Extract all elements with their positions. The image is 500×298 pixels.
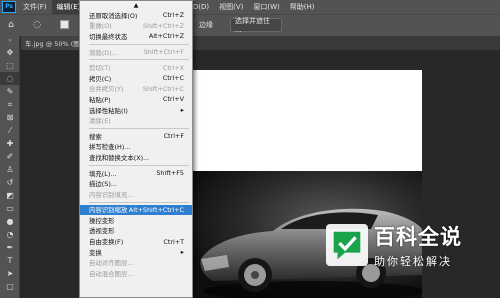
edit-menu-item[interactable]: 内容识别缩放 Alt+Shift+Ctrl+C [80, 204, 192, 216]
edit-menu-item[interactable]: 内容识别填充... [80, 189, 192, 200]
edit-menu-item-label: 清除(E) [89, 117, 111, 126]
frame-tool-icon[interactable]: ⊠ [0, 111, 20, 124]
anti-alias-label[interactable]: 边缘 [199, 20, 213, 30]
menu-separator [89, 127, 189, 129]
type-tool-icon[interactable]: T [0, 254, 20, 267]
edit-menu-item[interactable]: 合并拷贝(Y) Shift+Ctrl+C [80, 84, 192, 95]
history-brush-tool-icon[interactable]: ↺ [0, 176, 20, 189]
home-icon[interactable]: ⌂ [4, 19, 18, 31]
menu-separator [89, 43, 189, 45]
photoshop-logo-icon: Ps [2, 1, 16, 13]
menu-help[interactable]: 帮助(H) [285, 0, 320, 14]
edit-menu-item[interactable]: 拷贝(C) Ctrl+C [80, 73, 192, 84]
edit-menu-item[interactable]: 重做(O) Shift+Ctrl+Z [80, 21, 192, 32]
edit-menu-item-label: 选择性粘贴(I) [89, 106, 128, 115]
eraser-tool-icon[interactable]: ◩ [0, 189, 20, 202]
menu-bar: Ps 文件(F) 编辑(E) 3D(D) 视图(V) 窗口(W) 帮助(H) [0, 0, 500, 14]
watermark: 百科全说 助你轻松解决 [326, 213, 476, 276]
watermark-title: 百科全说 [374, 224, 462, 249]
tools-panel: » ✥ ⬚ ◌ ✎ ⌗ ⊠ ⁄ ✚ ✐ ♙ ↺ ◩ ▭ ● ◔ ✒ T ➤ ▢ [0, 36, 20, 298]
edit-menu-item-label: 拼写检查(H)... [89, 143, 131, 152]
panel-collapse-icon[interactable]: » [0, 36, 20, 46]
edit-menu-item-label: 查找和替换文本(X)... [89, 153, 150, 162]
eyedropper-tool-icon[interactable]: ⁄ [0, 124, 20, 137]
submenu-arrow-icon: ▸ [180, 106, 184, 115]
healing-brush-tool-icon[interactable]: ✚ [0, 137, 20, 150]
edit-menu-item-shortcut: Ctrl+X [162, 63, 184, 72]
dodge-tool-icon[interactable]: ◔ [0, 228, 20, 241]
blur-tool-icon[interactable]: ● [0, 215, 20, 228]
new-selection-mode-icon[interactable] [60, 20, 69, 29]
edit-menu-item-label: 操控变形 [89, 216, 115, 225]
edit-menu-item-label: 描边(S)... [89, 180, 117, 189]
menu-window[interactable]: 窗口(W) [248, 0, 284, 14]
edit-menu-item[interactable]: 搜索 Ctrl+F [80, 131, 192, 142]
edit-menu-item-shortcut: Ctrl+C [162, 74, 184, 83]
edit-menu-item[interactable]: 透视变形 [80, 226, 192, 237]
edit-menu-item-shortcut: Shift+Ctrl+Z [143, 21, 184, 30]
menu-scroll-up-icon[interactable]: ▲ [80, 1, 192, 10]
photoshop-window: Ps 文件(F) 编辑(E) 3D(D) 视图(V) 窗口(W) 帮助(H) ⌂… [0, 0, 500, 298]
marquee-tool-icon[interactable]: ⬚ [0, 59, 20, 72]
rectangle-tool-icon[interactable]: ▢ [0, 280, 20, 293]
edit-menu-item[interactable]: 自动混合图层... [80, 268, 192, 279]
edit-menu-item[interactable]: 自动对齐图层... [80, 257, 192, 268]
options-bar: ⌂ ◌ 边缘 选择并遮住 ... [0, 14, 500, 36]
edit-menu-item-shortcut: Ctrl+T [163, 237, 184, 246]
edit-menu-item-label: 自动对齐图层... [89, 259, 134, 268]
edit-menu-item-shortcut: Alt+Shift+Ctrl+C [128, 205, 184, 214]
edit-menu-item[interactable]: 拼写检查(H)... [80, 142, 192, 153]
edit-menu-item-shortcut: Shift+F5 [156, 169, 184, 178]
quick-select-tool-icon[interactable]: ✎ [0, 85, 20, 98]
edit-menu-dropdown: ▲ 还原取消选择(O) Ctrl+Z 重做(O) Shift+Ctrl+Z 切换最终状态… [79, 0, 193, 298]
edit-menu-item[interactable]: 查找和替换文本(X)... [80, 152, 192, 163]
menu-separator [89, 201, 189, 203]
menu-separator [89, 164, 189, 166]
edit-menu-item-shortcut: Ctrl+F [163, 132, 184, 141]
edit-menu-item-label: 内容识别填充... [89, 190, 134, 199]
brush-tool-icon[interactable]: ✐ [0, 150, 20, 163]
edit-menu-item[interactable]: 变换 ▸ [80, 247, 192, 258]
lasso-tool-preset-icon[interactable]: ◌ [30, 19, 44, 31]
edit-menu-item-shortcut: Shift+Ctrl+F [143, 48, 184, 57]
edit-menu-item-label: 透视变形 [89, 227, 115, 236]
watermark-logo-icon [326, 223, 368, 266]
menu-file[interactable]: 文件(F) [18, 0, 52, 14]
edit-menu-item[interactable]: 剪切(T) Ctrl+X [80, 62, 192, 73]
edit-menu-item[interactable]: 操控变形 [80, 215, 192, 226]
gradient-tool-icon[interactable]: ▭ [0, 202, 20, 215]
edit-menu-item[interactable]: 填充(L)... Shift+F5 [80, 168, 192, 179]
menu-view[interactable]: 视图(V) [214, 0, 248, 14]
edit-menu-item-label: 变换 [89, 248, 102, 257]
edit-menu-item[interactable]: 自由变换(F) Ctrl+T [80, 236, 192, 247]
edit-menu-item-shortcut: Ctrl+Z [162, 11, 184, 20]
speech-bubble-icon [333, 231, 361, 259]
edit-menu-item-shortcut: Alt+Ctrl+Z [148, 32, 184, 41]
pen-tool-icon[interactable]: ✒ [0, 241, 20, 254]
document-tab[interactable]: 车.jpg @ 50% (图层 [21, 36, 80, 50]
edit-menu-item-label: 自动混合图层... [89, 269, 134, 278]
edit-menu-item-shortcut: Shift+Ctrl+C [142, 84, 184, 93]
edit-menu-item[interactable]: 还原取消选择(O) Ctrl+Z [80, 10, 192, 21]
move-tool-icon[interactable]: ✥ [0, 46, 20, 59]
crop-tool-icon[interactable]: ⌗ [0, 98, 20, 111]
edit-menu-item[interactable]: 渐隐(D)... Shift+Ctrl+F [80, 47, 192, 58]
clone-stamp-tool-icon[interactable]: ♙ [0, 163, 20, 176]
edit-menu-item-shortcut: Ctrl+V [162, 95, 184, 104]
path-select-tool-icon[interactable]: ➤ [0, 267, 20, 280]
edit-menu-item[interactable]: 清除(E) [80, 115, 192, 126]
edit-menu-item[interactable]: 粘贴(P) Ctrl+V [80, 94, 192, 105]
watermark-subtitle: 助你轻松解决 [374, 254, 452, 268]
edit-menu-item[interactable]: 选择性粘贴(I) ▸ [80, 105, 192, 116]
submenu-arrow-icon: ▸ [180, 248, 184, 257]
edit-menu-item[interactable]: 描边(S)... [80, 178, 192, 189]
lasso-tool-icon[interactable]: ◌ [0, 72, 20, 85]
edit-menu-item[interactable]: 切换最终状态 Alt+Ctrl+Z [80, 31, 192, 42]
menu-separator [89, 59, 189, 61]
select-and-mask-button[interactable]: 选择并遮住 ... [230, 17, 282, 34]
